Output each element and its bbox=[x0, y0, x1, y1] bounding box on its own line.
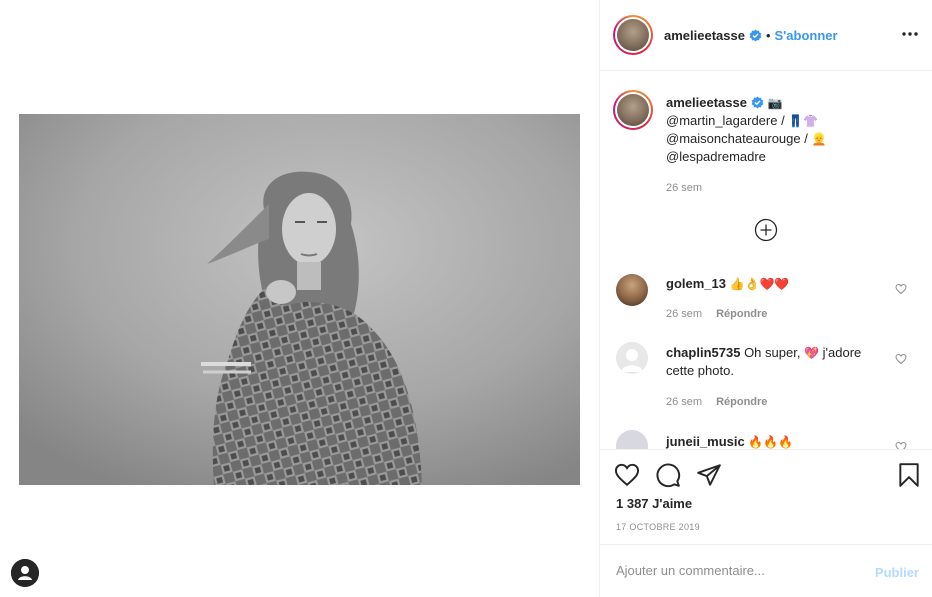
heart-icon[interactable] bbox=[614, 462, 640, 488]
heart-icon[interactable] bbox=[895, 353, 907, 365]
add-circle-icon[interactable] bbox=[754, 218, 778, 242]
comment-username[interactable]: golem_13 bbox=[666, 276, 726, 291]
caption-mention-1[interactable]: @martin_lagardere / bbox=[666, 113, 785, 128]
comment-username[interactable]: juneii_music bbox=[666, 434, 745, 449]
comment-2-text: chaplin5735 Oh super, 💖 j'adore cette ph… bbox=[666, 344, 896, 380]
reply-button[interactable]: Répondre bbox=[716, 308, 767, 320]
comment-body: Oh super, bbox=[744, 345, 801, 360]
caption-avatar[interactable] bbox=[613, 90, 653, 130]
comment-input[interactable] bbox=[616, 563, 856, 578]
caption-line-1: amelieetasse 📷 bbox=[666, 94, 783, 112]
post-info-panel: amelieetasse • S'abonner amelieetasse 📷 @… bbox=[599, 0, 932, 597]
portrait-image bbox=[19, 114, 580, 485]
caption-line-2: @martin_lagardere / 👖👚 bbox=[666, 112, 818, 130]
media-panel bbox=[0, 0, 599, 597]
comment-1-text: golem_13 👍👌❤️❤️ bbox=[666, 275, 789, 293]
comment-icon[interactable] bbox=[655, 462, 681, 488]
comment-body-2: j'adore bbox=[822, 345, 862, 360]
comment-time: 26 sem bbox=[666, 396, 703, 408]
add-comment-bar: Publier bbox=[600, 544, 932, 597]
comment-emoji: 💖 bbox=[804, 346, 820, 360]
heart-icon[interactable] bbox=[895, 283, 907, 295]
caption-time: 26 sem bbox=[666, 182, 703, 194]
comment-username[interactable]: chaplin5735 bbox=[666, 345, 740, 360]
commenter-avatar[interactable] bbox=[616, 430, 648, 449]
author-avatar[interactable] bbox=[613, 15, 653, 55]
commenter-avatar[interactable] bbox=[616, 342, 648, 374]
user-account-icon bbox=[11, 559, 39, 587]
verified-badge-icon bbox=[749, 29, 762, 42]
comment-3-text: juneii_music 🔥🔥🔥 bbox=[666, 433, 793, 449]
user-account-button[interactable] bbox=[11, 559, 39, 587]
more-options-icon[interactable] bbox=[901, 27, 919, 41]
follow-button[interactable]: S'abonner bbox=[775, 28, 838, 43]
reply-button[interactable]: Répondre bbox=[716, 396, 767, 408]
comment-time: 26 sem bbox=[666, 308, 703, 320]
post-photo[interactable] bbox=[19, 114, 580, 485]
post-actions: 1 387 J'aime 17 OCTOBRE 2019 bbox=[600, 449, 932, 544]
default-avatar-icon bbox=[621, 349, 643, 372]
comment-1-meta: 26 sem Répondre bbox=[666, 308, 767, 320]
camera-emoji: 📷 bbox=[767, 96, 783, 110]
post-date: 17 OCTOBRE 2019 bbox=[616, 522, 700, 532]
heart-icon[interactable] bbox=[895, 441, 907, 449]
publish-button[interactable]: Publier bbox=[875, 565, 919, 580]
commenter-avatar[interactable] bbox=[616, 274, 648, 306]
author-username[interactable]: amelieetasse bbox=[664, 28, 745, 43]
comment-emoji: 🔥🔥🔥 bbox=[748, 435, 794, 449]
caption-mention-2[interactable]: @maisonchateaurouge / bbox=[666, 131, 808, 146]
clothes-emoji: 👖👚 bbox=[788, 114, 819, 128]
comments-list[interactable]: amelieetasse 📷 @martin_lagardere / 👖👚 @m… bbox=[600, 72, 932, 449]
hair-emoji: 👱 bbox=[811, 132, 827, 146]
comment-2-meta: 26 sem Répondre bbox=[666, 396, 767, 408]
separator-dot: • bbox=[765, 28, 771, 43]
bookmark-icon[interactable] bbox=[896, 462, 922, 488]
caption-line-4: @lespadremadre bbox=[666, 148, 766, 166]
comment-emoji: 👍👌❤️❤️ bbox=[729, 277, 790, 291]
likes-count[interactable]: 1 387 J'aime bbox=[616, 496, 692, 511]
comment-body-3: cette photo. bbox=[666, 363, 734, 378]
verified-badge-icon bbox=[751, 96, 764, 109]
caption-line-3: @maisonchateaurouge / 👱 bbox=[666, 130, 826, 148]
caption-mention-3[interactable]: @lespadremadre bbox=[666, 149, 766, 164]
caption-username[interactable]: amelieetasse bbox=[666, 95, 747, 110]
post-header: amelieetasse • S'abonner bbox=[600, 0, 932, 71]
share-icon[interactable] bbox=[696, 462, 722, 488]
